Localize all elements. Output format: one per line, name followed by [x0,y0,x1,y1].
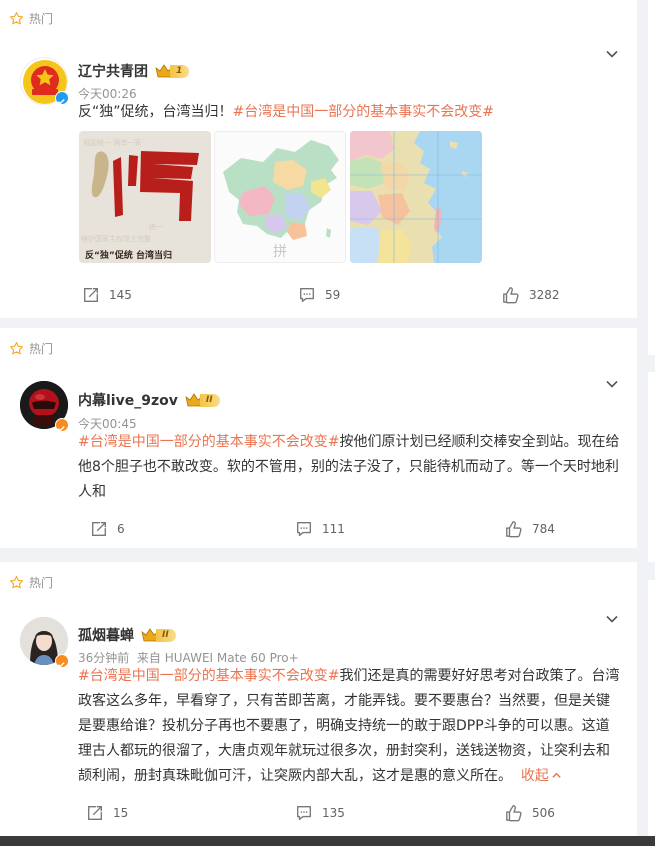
like-count: 784 [532,522,555,536]
collapse-label: 收起 [520,768,549,784]
level-number: II [199,393,220,407]
thumbs-up-icon [506,805,522,822]
watermark-text: 拼 [273,244,287,260]
hot-text: 热门 [29,576,54,590]
svg-text:维护国家主权领土完整: 维护国家主权领土完整 [81,234,151,243]
hot-label: 热门 [9,574,53,591]
verified-orange-badge-icon [55,654,69,668]
like-button[interactable]: 3282 [502,286,560,304]
thumbs-up-icon [503,287,519,304]
comment-icon [297,806,311,820]
repost-button[interactable]: 6 [90,520,125,538]
hot-text: 热门 [29,342,54,356]
level-badge: II [185,392,220,408]
post-text-line: 我们还是真的需要好好思考对台政策了。台湾 [339,668,620,684]
post-content: 反“独”促统，台湾当归！#台湾是中国一部分的基本事实不会改变# [78,100,623,125]
post-image-3[interactable] [350,131,482,263]
post-image-1[interactable]: 祖国统一 两岸一家和平统一 维护国家主权领土完整统一 反“独”促统 台湾当归 [79,131,211,263]
level-number: 1 [170,64,190,78]
feed-card: 热门 内幕live_9zov II 今天00:45 #台湾是中国一部分的基本事实… [0,328,637,548]
feed-card: 热门 辽宁共青团 1 今天00:26 反“独”促统，台湾当归！#台湾是中国一部分… [0,0,637,318]
taiwan-return-poster: 祖国统一 两岸一家和平统一 维护国家主权领土完整统一 反“独”促统 台湾当归 [79,131,211,263]
like-button[interactable]: 506 [505,804,555,822]
star-icon [10,342,23,355]
action-bar: 6 111 784 [0,520,637,542]
level-badge: 1 [155,63,190,79]
comment-count: 111 [322,522,345,536]
repost-button[interactable]: 15 [86,804,128,822]
hashtag-link[interactable]: #台湾是中国一部分的基本事实不会改变# [78,668,339,684]
post-text-line: 是要惠给谁？投机分子再也不要惠了，明确支持统一的敢于跟DPP斗争的可以惠。这道 [78,718,610,734]
author-name[interactable]: 内幕live_9zov [78,390,178,410]
post-text: 反“独”促统，台湾当归！ [78,104,233,120]
feed-card: 热门 孤烟暮蝉 II 36分钟前 来自 HUAWEI Mate 60 Pro+ … [0,562,637,836]
hot-text: 热门 [29,12,54,26]
repost-icon [84,288,98,302]
comment-count: 135 [322,806,345,820]
star-icon [10,12,23,25]
repost-count: 15 [113,806,129,820]
comment-count: 59 [325,288,341,302]
svg-text:祖国统一 两岸一家: 祖国统一 两岸一家 [83,138,141,147]
repost-count: 6 [117,522,125,536]
hashtag-link[interactable]: #台湾是中国一部分的基本事实不会改变# [78,434,339,450]
chevron-up-icon [552,772,561,778]
post-time[interactable]: 36分钟前 [78,651,129,665]
action-bar: 145 59 3282 [0,286,637,308]
repost-button[interactable]: 145 [82,286,132,304]
star-icon [10,576,23,589]
author-name-row: 辽宁共青团 1 [78,61,190,81]
comment-button[interactable]: 111 [295,520,345,538]
hot-label: 热门 [9,10,53,27]
repost-icon [92,522,106,536]
post-source: 来自 HUAWEI Mate 60 Pro+ [136,651,299,665]
post-text-line: 人和 [78,484,106,500]
action-bar: 15 135 506 [0,804,637,826]
author-name[interactable]: 辽宁共青团 [78,61,148,81]
post-image-2[interactable]: 拼 [214,131,346,263]
comment-icon [300,288,314,302]
repost-count: 145 [109,288,132,302]
hashtag-link[interactable]: #台湾是中国一部分的基本事实不会改变# [233,104,494,120]
level-badge: II [141,627,176,643]
comment-icon [297,522,311,536]
post-text-line: 他8个胆子也不敢改变。软的不管用，别的法子没了，只能待机而动了。等一个天时地利 [78,459,619,475]
collapse-link[interactable]: 收起 [521,768,562,784]
side-panel-edge [648,372,655,562]
verified-orange-badge-icon [55,418,69,432]
post-content: #台湾是中国一部分的基本事实不会改变#按他们原计划已经顺利交棒安全到站。现在给 … [78,430,623,505]
like-count: 3282 [529,288,560,302]
author-name[interactable]: 孤烟暮蝉 [78,625,134,645]
level-number: II [156,628,176,642]
like-count: 506 [532,806,555,820]
taskbar-strip [0,836,655,846]
author-name-row: 内幕live_9zov II [78,390,220,410]
post-text-line: 政客这么多年，早看穿了，只有苦即苦离，才能弄钱。要不要惠台？当然要，但是关键 [78,693,610,709]
repost-icon [88,806,102,820]
china-map-image: 拼 [215,132,345,262]
post-content: #台湾是中国一部分的基本事实不会改变#我们还是真的需要好好思考对台政策了。台湾 … [78,664,623,789]
side-panel-edge [648,0,655,355]
post-text-line: 按他们原计划已经顺利交棒安全到站。现在给 [339,434,620,450]
poster-caption: 反“独”促统 台湾当归 [85,249,172,261]
author-name-row: 孤烟暮蝉 II [78,625,176,645]
comment-button[interactable]: 135 [295,804,345,822]
comment-button[interactable]: 59 [298,286,340,304]
east-china-map-image [350,131,482,263]
verified-blue-badge-icon [55,91,69,105]
svg-text:统一: 统一 [149,222,163,231]
like-button[interactable]: 784 [505,520,555,538]
post-text-line: 颉利闹，册封真珠毗伽可汗，让突厥内部大乱，这才是惠的意义所在。 [78,768,512,784]
post-text-line: 理古人都玩的很溜了，大唐贞观年就玩过很多次，册封突利，送钱送物资，让突利去和 [78,743,610,759]
chevron-down-icon[interactable] [605,377,619,391]
thumbs-up-icon [506,521,522,538]
side-panel-edge [648,580,655,840]
hot-label: 热门 [9,340,53,357]
chevron-down-icon[interactable] [605,47,619,61]
chevron-down-icon[interactable] [605,612,619,626]
